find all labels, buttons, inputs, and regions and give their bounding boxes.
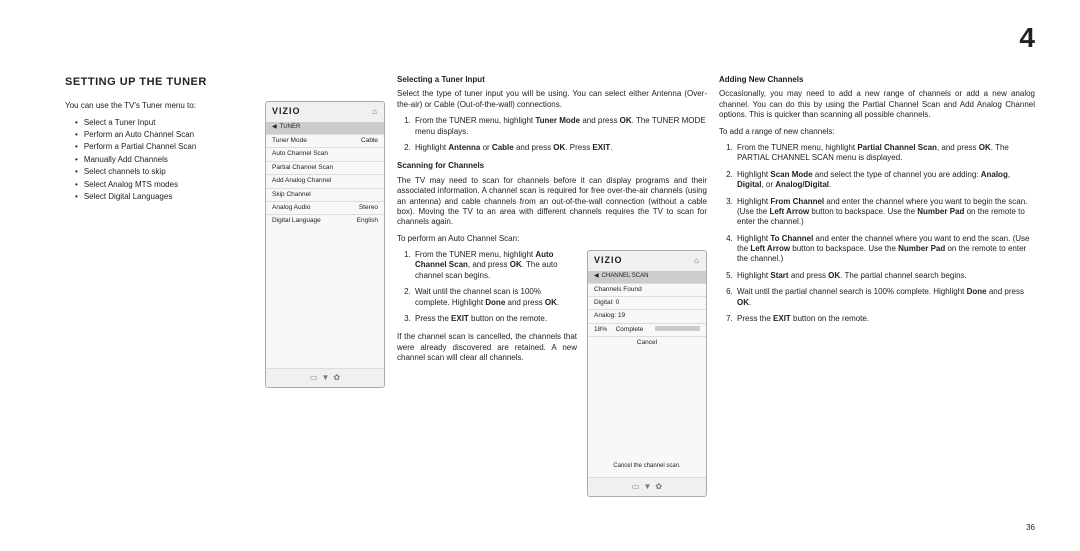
column-1: SETTING UP THE TUNER You can use the TV'… <box>65 75 385 497</box>
list-item: Perform a Partial Channel Scan <box>75 142 255 152</box>
body-text: If the channel scan is cancelled, the ch… <box>397 332 577 363</box>
list-item: From the TUNER menu, highlight Tuner Mod… <box>413 116 707 137</box>
column-3: Adding New Channels Occasionally, you ma… <box>719 75 1035 497</box>
menu-row-label: Add Analog Channel <box>272 177 331 185</box>
menu-row-label: Analog: 19 <box>594 312 625 320</box>
body-text: The TV may need to scan for channels bef… <box>397 176 707 228</box>
list-item: Wait until the partial channel search is… <box>735 287 1035 308</box>
gear-icon: ✿ <box>333 373 340 383</box>
menu-brand: VIZIO <box>594 255 623 267</box>
menu-row-label: Digital Language <box>272 217 321 225</box>
page-number: 36 <box>1026 523 1035 533</box>
gear-icon: ✿ <box>655 482 662 492</box>
body-text: Occasionally, you may need to add a new … <box>719 89 1035 120</box>
progress-percent: 18% <box>594 326 607 334</box>
menu-footer-icons: ▭ ▼ ✿ <box>266 368 384 387</box>
home-icon: ⌂ <box>372 107 378 117</box>
menu-row-label: Tuner Mode <box>272 137 307 145</box>
list-item: From the TUNER menu, highlight Auto Chan… <box>413 250 577 281</box>
channel-scan-menu-screenshot: VIZIO ⌂ ◀ CHANNEL SCAN Channels Found Di… <box>587 250 707 497</box>
body-text: Select the type of tuner input you will … <box>397 89 707 110</box>
intro-text: You can use the TV's Tuner menu to: <box>65 101 255 111</box>
list-item: Select channels to skip <box>75 167 255 177</box>
body-text: To add a range of new channels: <box>719 127 1035 137</box>
list-item: Select Digital Languages <box>75 192 255 202</box>
subheading: Scanning for Channels <box>397 161 707 171</box>
progress-text: Complete <box>616 326 644 334</box>
list-item: Perform an Auto Channel Scan <box>75 130 255 140</box>
progress-bar <box>655 326 700 331</box>
cancel-note: Cancel the channel scan. <box>588 460 706 477</box>
list-item: Highlight From Channel and enter the cha… <box>735 197 1035 228</box>
list-item: From the TUNER menu, highlight Partial C… <box>735 143 1035 164</box>
menu-footer-icons: ▭ ▼ ✿ <box>588 477 706 496</box>
section-title: SETTING UP THE TUNER <box>65 75 385 89</box>
menu-row-label: Channels Found <box>594 286 642 294</box>
chapter-number: 4 <box>1019 20 1035 56</box>
menu-row-label: Analog Audio <box>272 204 310 212</box>
wide-icon: ▭ <box>632 482 640 492</box>
list-item: Wait until the channel scan is 100% comp… <box>413 287 577 308</box>
subheading: Adding New Channels <box>719 75 1035 85</box>
list-item: Highlight Scan Mode and select the type … <box>735 170 1035 191</box>
chevron-down-icon: ▼ <box>321 373 329 383</box>
list-item: Highlight Antenna or Cable and press OK.… <box>413 143 707 153</box>
list-item: Highlight Start and press OK. The partia… <box>735 271 1035 281</box>
back-arrow-icon: ◀ <box>594 273 599 281</box>
intro-bullets: Select a Tuner Input Perform an Auto Cha… <box>65 118 255 203</box>
subheading: Selecting a Tuner Input <box>397 75 707 85</box>
list-item: Manually Add Channels <box>75 155 255 165</box>
chevron-down-icon: ▼ <box>643 482 651 492</box>
tuner-menu-screenshot: VIZIO ⌂ ◀ TUNER Tuner Mode Cable Auto Cha… <box>265 101 385 388</box>
menu-brand: VIZIO <box>272 106 301 118</box>
column-2: Selecting a Tuner Input Select the type … <box>397 75 707 497</box>
menu-row-value: Stereo <box>359 204 378 212</box>
menu-row-value: English <box>357 217 378 225</box>
page-content: SETTING UP THE TUNER You can use the TV'… <box>65 75 1035 497</box>
menu-title: CHANNEL SCAN <box>602 273 649 281</box>
list-item: Press the EXIT button on the remote. <box>735 314 1035 324</box>
back-arrow-icon: ◀ <box>272 124 277 132</box>
wide-icon: ▭ <box>310 373 318 383</box>
menu-title: TUNER <box>280 124 301 132</box>
menu-row-label: Digital: 0 <box>594 299 619 307</box>
menu-row-label: Partial Channel Scan <box>272 164 333 172</box>
list-item: Select Analog MTS modes <box>75 180 255 190</box>
list-item: Select a Tuner Input <box>75 118 255 128</box>
menu-row-label: Auto Channel Scan <box>272 150 328 158</box>
body-text: To perform an Auto Channel Scan: <box>397 234 707 244</box>
list-item: Press the EXIT button on the remote. <box>413 314 577 324</box>
cancel-label: Cancel <box>637 339 657 347</box>
menu-row-value: Cable <box>361 137 378 145</box>
home-icon: ⌂ <box>694 256 700 266</box>
menu-row-label: Skip Channel <box>272 191 311 199</box>
list-item: Highlight To Channel and enter the chann… <box>735 234 1035 265</box>
